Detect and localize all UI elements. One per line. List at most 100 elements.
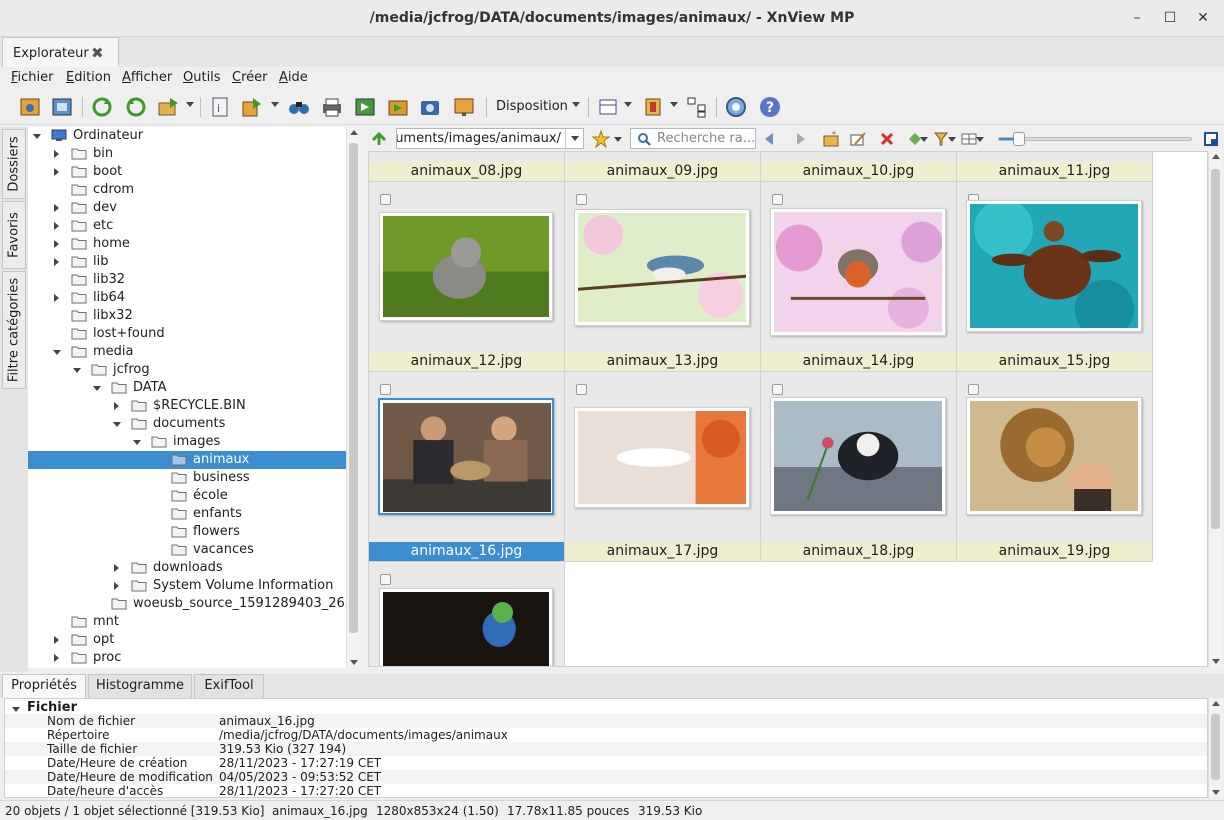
slideshow-icon[interactable] [452,95,476,119]
thumbnail-item[interactable] [369,562,565,666]
scrollbar-thumb[interactable] [1211,169,1220,529]
tree-item[interactable]: mnt [28,613,346,631]
select-checkbox[interactable] [772,194,783,205]
favorite-star-icon[interactable] [591,129,611,149]
dropdown-arrow-icon[interactable] [976,137,984,142]
close-tab-icon[interactable]: ✖ [91,44,104,62]
collapsed-arrow-icon[interactable] [54,240,59,248]
tree-item[interactable]: woeusb_source_1591289403_26306 [28,595,346,613]
thumbnail-image[interactable] [379,588,553,666]
expanded-arrow-icon[interactable] [53,350,61,355]
tab-histogramme[interactable]: Histogramme [88,674,192,698]
export-icon[interactable] [240,95,264,119]
close-window-button[interactable]: ✕ [1194,9,1212,27]
thumbnail-image[interactable] [770,208,946,336]
property-row[interactable]: Date/Heure de création 28/11/2023 - 17:27… [5,756,1207,770]
dropdown-arrow-icon[interactable] [948,137,956,142]
forward-icon[interactable] [790,130,808,148]
tree-item[interactable]: DATA [28,379,346,397]
thumbnail-item[interactable]: animaux_14.jpg [761,182,957,372]
tree-item[interactable]: System Volume Information [28,577,346,595]
dropdown-arrow-icon[interactable] [920,137,928,142]
tree-item[interactable]: etc [28,217,346,235]
tree-item[interactable]: home [28,235,346,253]
tree-item[interactable]: downloads [28,559,346,577]
move-folder-icon[interactable] [156,95,180,119]
folder-tree[interactable]: Ordinateur bin boot cdrom dev etc home lib lib32… [28,127,346,668]
tree-item[interactable]: $RECYCLE.BIN [28,397,346,415]
tree-item[interactable]: boot [28,163,346,181]
scroll-down-icon[interactable] [1212,790,1220,795]
collapsed-arrow-icon[interactable] [54,636,59,644]
expanded-arrow-icon[interactable] [33,134,41,139]
fullscreen-icon[interactable] [50,95,74,119]
thumbnail-item[interactable]: animaux_08.jpg [369,152,565,182]
delete-icon[interactable] [878,130,896,148]
section-row[interactable]: Fichier [5,700,1207,715]
scroll-down-icon[interactable] [350,660,358,665]
dropdown-arrow-icon[interactable] [614,137,622,142]
select-checkbox[interactable] [968,384,979,395]
tab-favoris[interactable]: Favoris [2,201,26,269]
select-checkbox[interactable] [772,384,783,395]
thumbnail-grid[interactable]: animaux_08.jpg animaux_09.jpg animaux_10.j… [368,151,1208,667]
view-mode-icon[interactable] [596,95,620,119]
select-checkbox[interactable] [576,384,587,395]
tree-item[interactable]: animaux [28,451,346,469]
scrollbar-thumb[interactable] [349,143,358,633]
tree-item[interactable]: lib [28,253,346,271]
dropdown-arrow-icon[interactable] [572,102,580,107]
dropdown-arrow-icon[interactable] [670,102,678,107]
reload-icon[interactable] [124,95,148,119]
select-checkbox[interactable] [380,574,391,585]
thumbnail-item[interactable]: animaux_11.jpg [957,152,1153,182]
tree-item[interactable]: libx32 [28,307,346,325]
thumbnail-image[interactable] [574,209,750,326]
collapsed-arrow-icon[interactable] [54,222,59,230]
thumbnail-zoom-slider[interactable] [998,132,1192,146]
thumbnail-item[interactable]: animaux_18.jpg [761,372,957,562]
tree-item[interactable]: opt [28,631,346,649]
new-folder-icon[interactable]: * [822,130,840,148]
batch-convert-icon[interactable] [386,95,410,119]
thumbnail-image[interactable] [770,397,946,515]
dropdown-arrow-icon[interactable] [271,102,279,107]
thumbnail-item[interactable]: animaux_09.jpg [565,152,761,182]
tab-explorateur[interactable]: Explorateur ✖ [2,37,119,67]
collapsed-arrow-icon[interactable] [114,582,119,590]
tree-scrollbar[interactable] [346,127,360,668]
tree-item[interactable]: business [28,469,346,487]
thumbnail-item[interactable]: animaux_15.jpg [957,182,1153,372]
view-image-icon[interactable] [18,95,42,119]
property-row[interactable]: Date/heure d'accès 28/11/2023 - 17:27:20 … [5,784,1207,797]
print-icon[interactable] [320,95,344,119]
tree-item[interactable]: lost+found [28,325,346,343]
select-checkbox[interactable] [380,384,391,395]
rename-icon[interactable] [849,130,867,148]
collapsed-arrow-icon[interactable] [54,150,59,158]
minimize-button[interactable]: – [1128,9,1146,27]
convert-icon[interactable] [353,95,377,119]
thumbnail-image[interactable] [966,397,1142,515]
thumbnail-image[interactable] [379,212,553,321]
thumbnail-item[interactable]: animaux_12.jpg [369,182,565,372]
settings-gear-icon[interactable] [724,95,748,119]
tab-filtre-categories[interactable]: Filtre catégories [2,271,26,389]
dropdown-arrow-icon[interactable] [624,102,632,107]
tab-exiftool[interactable]: ExifTool [194,674,264,698]
maximize-button[interactable]: ☐ [1161,9,1179,27]
thumbnails-scrollbar[interactable] [1208,151,1222,667]
expanded-arrow-icon[interactable] [133,440,141,445]
scroll-up-icon[interactable] [1212,701,1220,706]
expanded-arrow-icon[interactable] [73,368,81,373]
collapsed-arrow-icon[interactable] [54,294,59,302]
property-row[interactable]: Répertoire/media/jcfrog/DATA/documents/i… [5,728,1207,742]
collapsed-arrow-icon[interactable] [54,654,59,662]
collapsed-arrow-icon[interactable] [114,564,119,572]
tree-item[interactable]: lib32 [28,271,346,289]
path-dropdown[interactable] [565,129,583,148]
tree-view-icon[interactable] [685,95,709,119]
tree-item[interactable]: cdrom [28,181,346,199]
tree-item[interactable]: Ordinateur [28,127,346,145]
tree-item[interactable]: école [28,487,346,505]
